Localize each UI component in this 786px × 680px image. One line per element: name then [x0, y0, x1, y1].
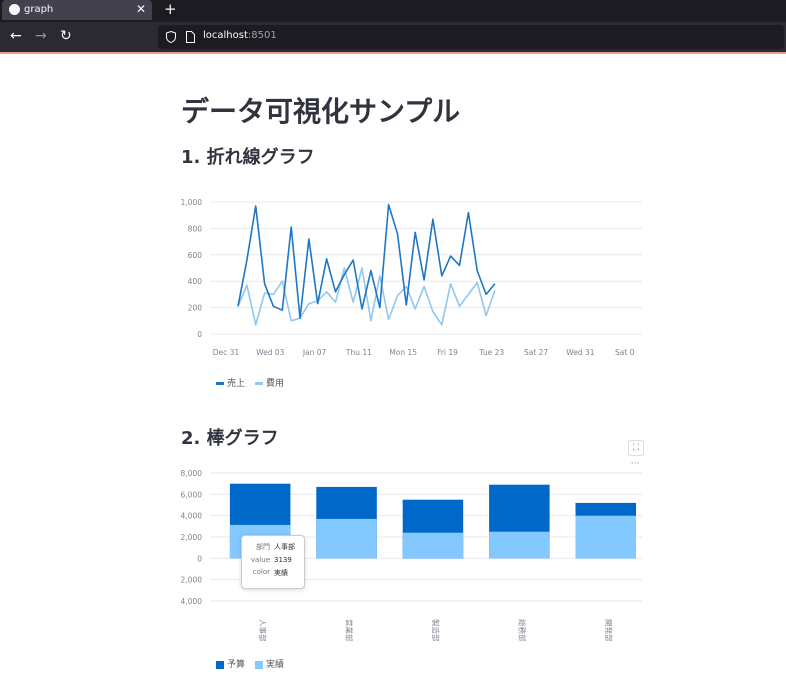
browser-tab[interactable]: graph ✕	[2, 0, 152, 20]
page-title: データ可視化サンプル	[181, 95, 461, 128]
y-tick-label: 2,000	[181, 533, 203, 542]
bar	[489, 531, 550, 559]
section-title-bar: 2. 棒グラフ	[181, 428, 279, 449]
x-tick-label: Wed 03	[256, 348, 285, 357]
fullscreen-icon[interactable]: ⛶	[628, 440, 644, 456]
page-loading-divider	[0, 52, 786, 54]
section-title-line: 1. 折れ線グラフ	[181, 147, 315, 168]
line-chart-legend: 売上 費用	[216, 376, 284, 389]
x-tick-label: Fri 19	[437, 348, 458, 357]
y-tick-label: 8,000	[181, 469, 203, 478]
x-tick-label: Dec 31	[213, 348, 240, 357]
legend-item-sales[interactable]: 売上	[216, 376, 245, 389]
x-tick-label: Jan 07	[302, 348, 327, 357]
x-tick-label: Thu 11	[345, 348, 372, 357]
new-tab-button[interactable]: +	[164, 0, 177, 18]
x-tick-label: Sat 0	[615, 348, 635, 357]
page-icon	[186, 31, 195, 43]
streamlit-favicon-icon	[9, 4, 20, 15]
legend-item-budget[interactable]: 予算	[216, 657, 245, 670]
y-tick-label: 400	[188, 277, 203, 286]
y-tick-label: 600	[188, 251, 203, 260]
legend-item-actual[interactable]: 実績	[255, 657, 284, 670]
x-tick-label: Mon 15	[389, 348, 417, 357]
bar	[402, 532, 464, 559]
reload-button[interactable]: ↻	[60, 28, 72, 44]
back-button[interactable]: ←	[10, 28, 22, 44]
bar-chart-legend: 予算 実績	[216, 657, 284, 670]
tab-title: graph	[24, 4, 54, 15]
y-tick-label: 0	[197, 330, 202, 339]
y-tick-label: 2,000	[181, 576, 203, 585]
x-category-label: 製造部	[431, 619, 441, 642]
bar	[316, 518, 377, 559]
y-tick-label: 200	[188, 304, 203, 313]
url-text: localhost:8501	[203, 30, 277, 41]
x-tick-label: Wed 31	[566, 348, 595, 357]
bar	[575, 515, 636, 559]
y-tick-label: 1,000	[181, 198, 203, 207]
y-tick-label: 800	[188, 224, 203, 233]
series-line	[237, 203, 496, 319]
legend-item-cost[interactable]: 費用	[255, 376, 284, 389]
x-category-label: 人事部	[258, 619, 268, 642]
forward-button[interactable]: →	[35, 28, 47, 44]
y-tick-label: 4,000	[181, 512, 203, 521]
x-tick-label: Sat 27	[524, 348, 548, 357]
x-category-label: 総務部	[517, 619, 527, 642]
y-tick-label: 6,000	[181, 490, 203, 499]
close-tab-icon[interactable]: ✕	[136, 2, 146, 16]
y-tick-label: 0	[197, 554, 202, 563]
shield-icon	[166, 31, 176, 43]
y-tick-label: 4,000	[181, 597, 203, 606]
line-chart[interactable]: 0 200 400 600 800 1,000 Dec 31 Wed 03 Jan 07 Thu …	[170, 190, 650, 365]
series-line	[237, 267, 496, 326]
browser-nav-bar: ← → ↻ localhost:8501	[0, 22, 786, 52]
bar-tooltip: 部門 人事部 value 3139 color 実績	[241, 535, 305, 589]
x-category-label: 開発部	[604, 619, 614, 642]
x-category-label: 営業部	[345, 619, 355, 642]
browser-tab-bar: graph ✕ +	[0, 0, 786, 22]
url-bar[interactable]: localhost:8501	[158, 25, 784, 49]
x-tick-label: Tue 23	[478, 348, 504, 357]
